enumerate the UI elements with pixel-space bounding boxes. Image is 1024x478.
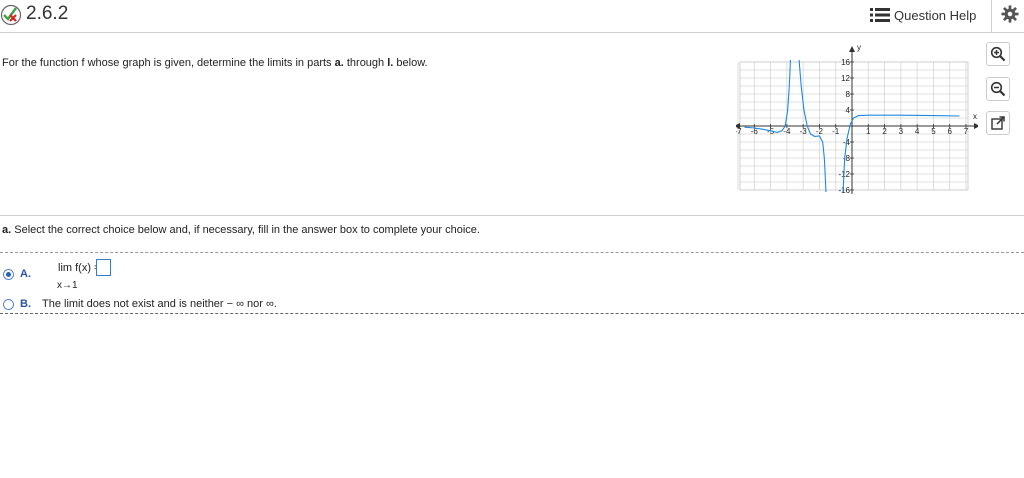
x-tick-label: 3 — [899, 127, 904, 136]
list-icon — [870, 8, 890, 22]
limit-expression: lim f(x) = — [58, 262, 101, 274]
instruction-suffix: below. — [393, 57, 428, 69]
part-a-label: a. — [2, 224, 12, 236]
part-a-prompt-text: Select the correct choice below and, if … — [11, 224, 480, 236]
x-tick-label: 5 — [931, 127, 936, 136]
question-help-button[interactable]: Question Help — [870, 5, 976, 25]
y-axis-arrow — [849, 46, 855, 52]
choices-bottom-rule — [0, 313, 1024, 314]
limit-subscript: x→1 — [57, 280, 78, 291]
partial-correct-icon — [0, 4, 22, 26]
x-tick-label: -3 — [800, 127, 808, 136]
instruction-part-a: a. — [334, 57, 344, 69]
choices-top-rule — [0, 252, 1024, 253]
x-tick-label: 6 — [947, 127, 952, 136]
y-tick-label: 4 — [846, 106, 851, 115]
question-help-label: Question Help — [894, 7, 977, 23]
x-tick-label: 2 — [882, 127, 887, 136]
instruction-middle: through — [343, 57, 388, 69]
x-tick-label: 1 — [866, 127, 871, 136]
x-axis-label: x — [973, 112, 977, 121]
x-tick-label: 7 — [964, 127, 969, 136]
function-graph: xy -7-6-5-4-3-2-11234567161284-4-8-12-16 — [736, 44, 978, 195]
option-a-radio[interactable] — [3, 269, 14, 280]
section-divider — [0, 215, 1024, 216]
answer-input-box[interactable] — [96, 259, 111, 276]
x-axis-arrow — [974, 123, 978, 129]
gear-icon[interactable] — [1001, 5, 1019, 23]
popout-icon — [991, 116, 1005, 130]
graph-axes: xy — [736, 44, 978, 194]
x-tick-label: 4 — [915, 127, 920, 136]
y-tick-label: -16 — [838, 186, 850, 195]
part-a-prompt: a. Select the correct choice below and, … — [2, 224, 480, 236]
option-b-radio[interactable] — [3, 299, 14, 310]
curve-left — [744, 59, 791, 133]
x-tick-label: -7 — [736, 127, 742, 136]
question-number: 2.6.2 — [26, 3, 69, 24]
x-tick-label: -2 — [816, 127, 824, 136]
option-b-label[interactable]: B. — [20, 298, 31, 310]
popout-button[interactable] — [986, 111, 1010, 135]
y-tick-label: 8 — [846, 90, 851, 99]
y-tick-label: 16 — [841, 58, 850, 67]
instruction-prefix: For the function f whose graph is given,… — [2, 57, 335, 69]
y-tick-label: 12 — [841, 74, 850, 83]
y-axis-label: y — [857, 44, 861, 52]
option-a-label[interactable]: A. — [20, 268, 31, 280]
option-b-text: The limit does not exist and is neither … — [42, 298, 277, 310]
x-tick-label: -1 — [832, 127, 840, 136]
zoom-in-icon — [990, 46, 1006, 62]
zoom-out-icon — [990, 81, 1006, 97]
x-tick-label: -4 — [783, 127, 791, 136]
instruction-text: For the function f whose graph is given,… — [2, 57, 428, 69]
toolbar-divider — [991, 0, 992, 32]
zoom-in-button[interactable] — [986, 42, 1010, 66]
zoom-out-button[interactable] — [986, 77, 1010, 101]
